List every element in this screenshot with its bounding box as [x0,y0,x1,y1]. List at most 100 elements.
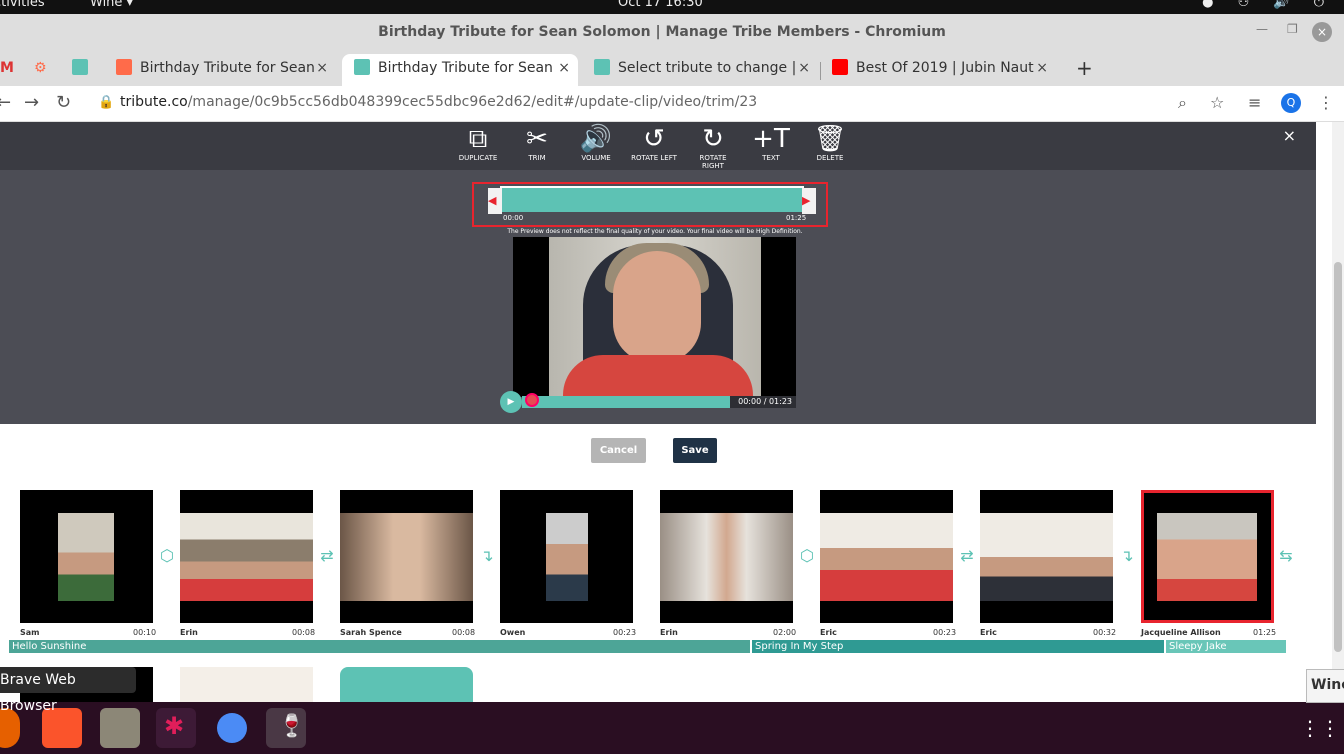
clip-thumbnail-owen[interactable] [500,490,633,623]
rotate-left-label: ROTATE LEFT [631,154,677,162]
trim-end-handle[interactable]: ▶ [802,188,816,214]
tab-2-active[interactable]: Birthday Tribute for Sean × [342,54,578,86]
app-menu[interactable]: Wine ▾ [90,0,133,10]
scissors-icon: ✂ [526,124,548,154]
chromium-icon[interactable] [212,708,252,748]
clip-name: Jacqueline Allison [1141,628,1221,637]
video-frame-face [613,251,701,363]
tribute-pinned-tab[interactable] [72,54,96,86]
media-control-icon[interactable]: ≡ [1248,93,1261,112]
text-icon: +T [752,124,790,154]
rotate-right-label: ROTATE RIGHT [699,154,727,170]
rotate-left-button[interactable]: ↺ ROTATE LEFT [629,124,679,162]
clip-thumbnail-jacqueline-allison-selected[interactable] [1141,490,1274,623]
tab-close-icon[interactable]: × [1036,54,1048,82]
system-tray[interactable]: ● ⚇ 🔊 ⏻ [1202,0,1334,10]
zoom-icon[interactable]: ⌕ [1178,93,1187,113]
system-top-bar: ctivities Wine ▾ Oct 17 16:30 ● ⚇ 🔊 ⏻ [0,0,1344,14]
play-icon: ▶ [507,397,515,407]
delete-label: DELETE [816,154,844,162]
files-icon[interactable] [100,708,140,748]
song-track-hello-sunshine[interactable]: Hello Sunshine [9,640,750,653]
bookmark-star-icon[interactable]: ☆ [1210,93,1224,112]
add-clip-tile[interactable] [340,667,473,702]
wine-popup[interactable]: Wine [1306,669,1344,703]
video-frame-shirt [563,355,753,397]
tab-label: Birthday Tribute for Sean [378,60,553,76]
clip-thumbnail-eric[interactable] [820,490,953,623]
forward-icon[interactable]: → [24,92,39,113]
volume-button[interactable]: 🔊 VOLUME [571,124,621,162]
hubspot-pinned-tab[interactable]: ⚙ [34,54,54,86]
swap-transition-icon[interactable]: ⇄ [317,546,337,565]
song-track-sleepy-jake[interactable]: Sleepy Jake [1166,640,1286,653]
song-track-spring-in-my-step[interactable]: Spring In My Step [752,640,1164,653]
gmail-pinned-tab[interactable]: M [0,54,20,86]
text-label: TEXT [762,154,780,162]
page-scrollbar[interactable] [1332,122,1344,702]
minimize-icon[interactable]: — [1256,22,1268,36]
video-preview[interactable] [513,237,796,397]
url-field[interactable]: tribute.co/manage/0c9b5cc56db048399cec55… [120,94,757,110]
cut-transition-icon[interactable]: ↴ [1117,546,1137,565]
clip-editor-panel: ◀ ▶ 00:00 01:25 The Preview does not ref… [0,170,1316,424]
play-button[interactable]: ▶ [500,391,522,413]
duplicate-button[interactable]: ⧉ DUPLICATE [453,124,503,162]
delete-button[interactable]: 🗑 DELETE [805,124,855,162]
window-titlebar: Birthday Tribute for Sean Solomon | Mana… [0,14,1344,50]
taskbar-tooltip: Brave Web Browser [0,667,136,714]
profile-avatar[interactable]: Q [1281,93,1301,113]
save-button[interactable]: Save [673,438,717,463]
clip-thumbnail-row2-2[interactable] [180,667,313,702]
cube-transition-icon[interactable]: ⬡ [797,546,817,565]
trim-range-bar[interactable]: ◀ ▶ [488,186,816,214]
clip-name: Eric [820,628,837,637]
menu-kebab-icon[interactable]: ⋮ [1318,93,1334,112]
cancel-button[interactable]: Cancel [591,438,646,463]
playhead-scrubber[interactable] [525,393,539,407]
tab-4[interactable]: Best Of 2019 | Jubin Naut × [820,54,1056,86]
clip-thumbnail-erin-2[interactable] [660,490,793,623]
playback-progress[interactable]: 00:00 / 01:23 [522,396,796,408]
clip-duration: 00:32 [1093,628,1117,637]
rotate-left-icon: ↺ [643,124,665,154]
back-icon[interactable]: ← [0,92,11,113]
app-grid-icon[interactable]: ⋮⋮⋮ [1300,708,1344,748]
clip-thumbnail-sarah-spence[interactable] [340,490,473,623]
shuffle-transition-icon[interactable]: ⇆ [1276,546,1296,565]
scrollbar-thumb[interactable] [1334,262,1342,652]
clock[interactable]: Oct 17 16:30 [618,0,703,10]
reload-icon[interactable]: ↻ [56,92,71,113]
url-path: /manage/0c9b5cc56db048399cec55dbc96e2d62… [187,94,758,110]
clip-duration: 00:08 [292,628,316,637]
editor-close-icon[interactable]: × [1283,126,1296,145]
tab-1[interactable]: Birthday Tribute for Sean × [104,54,336,86]
rotate-right-icon: ↻ [702,124,724,154]
lock-icon[interactable]: 🔒 [98,95,114,110]
triangle-right-icon: ▶ [802,194,811,207]
clip-duration: 01:25 [1253,628,1277,637]
cube-transition-icon[interactable]: ⬡ [157,546,177,565]
tab-3[interactable]: Select tribute to change | × [582,54,818,86]
new-tab-button[interactable]: + [1064,54,1094,86]
trim-button[interactable]: ✂ TRIM [512,124,562,162]
trim-start-handle[interactable]: ◀ [488,188,502,214]
volume-label: VOLUME [581,154,611,162]
window-close-icon[interactable]: × [1312,22,1332,42]
text-button[interactable]: +T TEXT [746,124,796,162]
clip-thumbnail-sam[interactable] [20,490,153,623]
maximize-icon[interactable]: ❐ [1287,22,1298,36]
clip-thumbnail-erin[interactable] [180,490,313,623]
activities-button[interactable]: ctivities [0,0,45,10]
tab-close-icon[interactable]: × [558,54,570,82]
cut-transition-icon[interactable]: ↴ [477,546,497,565]
tab-close-icon[interactable]: × [798,54,810,82]
slack-icon[interactable]: ✱ [156,708,196,748]
clip-thumbnail-eric-2[interactable] [980,490,1113,623]
clip-name: Eric [980,628,997,637]
tab-close-icon[interactable]: × [316,54,328,82]
swap-transition-icon[interactable]: ⇄ [957,546,977,565]
clip-edit-toolbar: ⧉ DUPLICATE ✂ TRIM 🔊 VOLUME ↺ ROTATE LEFT ↻ R… [0,122,1316,170]
rotate-right-button[interactable]: ↻ ROTATE RIGHT [688,124,738,170]
wine-icon[interactable]: 🍷 [266,708,306,748]
